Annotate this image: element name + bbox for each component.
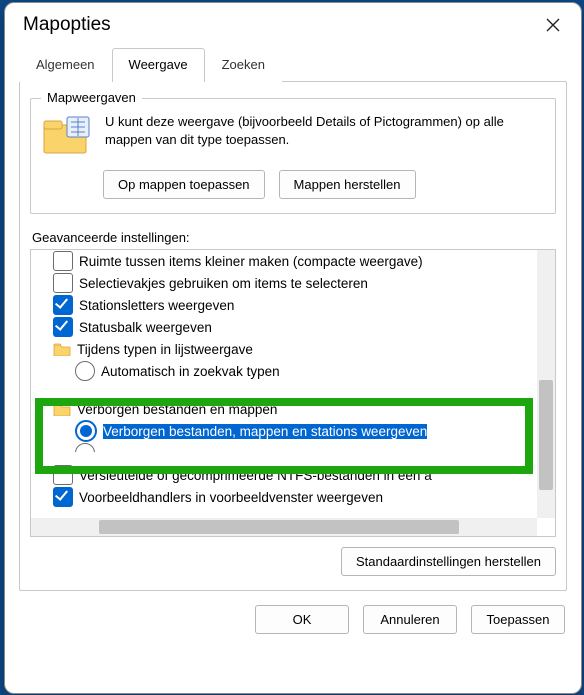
folder-views-description: U kunt deze weergave (bijvoorbeeld Detai… [105,113,543,148]
tab-search[interactable]: Zoeken [205,48,282,82]
tree-row[interactable]: Ruimte tussen items kleiner maken (compa… [31,250,537,272]
tree-item-label: Statusbalk weergeven [79,320,212,335]
checkbox[interactable] [53,465,73,485]
radio[interactable] [75,420,97,442]
tree-item-label: Tijdens typen in lijstweergave [77,342,253,357]
tab-view[interactable]: Weergave [112,48,205,82]
tree-item-label: Ruimte tussen items kleiner maken (compa… [79,254,423,269]
tab-general[interactable]: Algemeen [19,48,112,82]
tree-item-label: Voorbeeldhandlers in voorbeeldvenster we… [79,490,383,505]
radio[interactable] [75,361,95,381]
tree-item-label: Automatisch in zoekvak typen [101,364,280,379]
tabstrip: Algemeen Weergave Zoeken [5,47,581,81]
folder-options-dialog: Mapopties Algemeen Weergave Zoeken Mapwe… [4,2,582,694]
folder-icon [53,402,71,416]
tree-item-label: Verborgen bestanden en mappen [77,402,277,417]
folder-views-icon [43,115,91,158]
titlebar: Mapopties [5,3,581,47]
apply-to-folders-button[interactable]: Op mappen toepassen [103,170,265,199]
checkbox[interactable] [53,487,73,507]
restore-defaults-button[interactable]: Standaardinstellingen herstellen [341,547,556,576]
horizontal-scrollbar[interactable] [31,518,537,536]
tree-row[interactable]: Voorbeeldhandlers in voorbeeldvenster we… [31,486,537,508]
scroll-thumb[interactable] [539,380,553,490]
checkbox[interactable] [53,295,73,315]
group-title: Mapweergaven [41,90,142,105]
group-folder-views: Mapweergaven U kunt deze weergave (bijvo… [30,98,556,214]
checkbox[interactable] [53,317,73,337]
advanced-settings-tree[interactable]: Ruimte tussen items kleiner maken (compa… [30,249,556,537]
tree-row[interactable]: Verborgen bestanden, mappen en stations … [31,420,537,442]
close-button[interactable] [531,8,575,42]
tree-row[interactable]: Versleutelde of gecomprimeerde NTFS-best… [31,464,537,486]
tree-item-label: Stationsletters weergeven [79,298,234,313]
window-title: Mapopties [23,14,111,36]
checkbox[interactable] [53,251,73,271]
tree-row[interactable]: Statusbalk weergeven [31,316,537,338]
dialog-button-row: OK Annuleren Toepassen [5,591,581,634]
tree-row [31,382,537,398]
tree-item-label: Versleutelde of gecomprimeerde NTFS-best… [79,468,432,483]
tree-row[interactable]: Automatisch in zoekvak typen [31,360,537,382]
tree-row[interactable]: Verborgen bestanden en mappen [31,398,537,420]
scroll-thumb[interactable] [99,520,459,534]
apply-button[interactable]: Toepassen [471,605,565,634]
tree-item-label: Selectievakjes gebruiken om items te sel… [79,276,368,291]
tab-panel-view: Mapweergaven U kunt deze weergave (bijvo… [19,81,567,591]
ok-button[interactable]: OK [255,605,349,634]
tree-item-label: Verborgen bestanden, mappen en stations … [103,424,427,439]
close-icon [546,18,560,32]
radio[interactable] [75,443,95,463]
tree-row[interactable]: Selectievakjes gebruiken om items te sel… [31,272,537,294]
cancel-button[interactable]: Annuleren [363,605,457,634]
tree-row[interactable]: Tijdens typen in lijstweergave [31,338,537,360]
vertical-scrollbar[interactable] [537,250,555,518]
reset-folders-button[interactable]: Mappen herstellen [279,170,416,199]
folder-icon [53,342,71,356]
checkbox[interactable] [53,273,73,293]
tree-row[interactable] [31,442,537,464]
tree-row[interactable]: Stationsletters weergeven [31,294,537,316]
advanced-settings-label: Geavanceerde instellingen: [32,230,554,245]
